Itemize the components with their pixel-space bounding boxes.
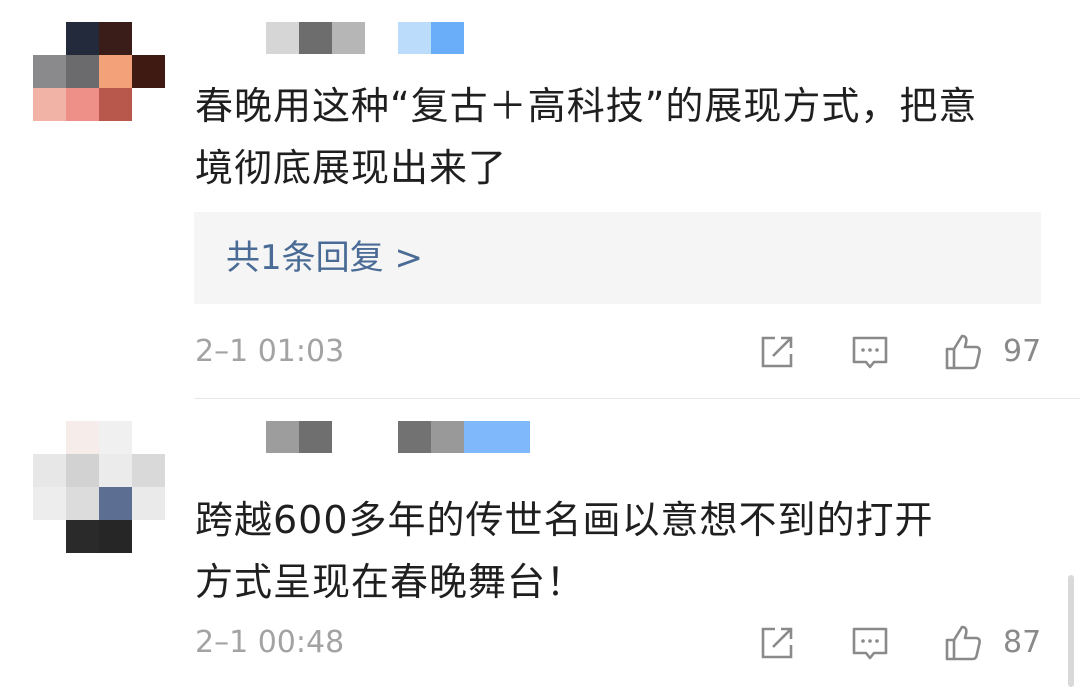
like-count: 87 <box>1003 625 1042 660</box>
comment-item-1: 春晚用这种“复古＋高科技”的展现方式，把意 境彻底展现出来了 共1条回复 > 2… <box>0 0 1080 398</box>
like-count: 97 <box>1003 334 1042 369</box>
comment-icon[interactable] <box>850 623 890 663</box>
comment-text-line: 境彻底展现出来了 <box>195 146 508 190</box>
comment-text: 春晚用这种“复古＋高科技”的展现方式，把意 境彻底展现出来了 <box>195 75 1045 199</box>
avatar[interactable] <box>33 22 165 154</box>
comment-item-2: 跨越600多年的传世名画以意想不到的打开 方式呈现在春晚舞台！ 2–1 00:4… <box>0 399 1080 687</box>
thumbs-up-icon[interactable] <box>943 332 983 372</box>
comment-text-line: 方式呈现在春晚舞台！ <box>195 560 586 604</box>
username-blurred[interactable] <box>266 421 536 453</box>
comment-timestamp: 2–1 00:48 <box>195 625 345 660</box>
view-replies-link[interactable]: 共1条回复 > <box>226 212 423 304</box>
comment-text: 跨越600多年的传世名画以意想不到的打开 方式呈现在春晚舞台！ <box>195 489 1045 613</box>
replies-box[interactable]: 共1条回复 > <box>194 212 1041 304</box>
username-blurred[interactable] <box>266 22 466 54</box>
comment-meta: 2–1 01:03 97 <box>195 332 1045 372</box>
comment-timestamp: 2–1 01:03 <box>195 334 345 369</box>
comment-meta: 2–1 00:48 87 <box>195 623 1045 663</box>
comment-text-line: 春晚用这种“复古＋高科技”的展现方式，把意 <box>195 84 978 128</box>
share-icon[interactable] <box>757 623 797 663</box>
comment-text-line: 跨越600多年的传世名画以意想不到的打开 <box>195 498 934 542</box>
share-icon[interactable] <box>757 332 797 372</box>
avatar[interactable] <box>33 421 165 553</box>
scrollbar[interactable] <box>1068 575 1074 687</box>
thumbs-up-icon[interactable] <box>943 623 983 663</box>
comment-icon[interactable] <box>850 332 890 372</box>
